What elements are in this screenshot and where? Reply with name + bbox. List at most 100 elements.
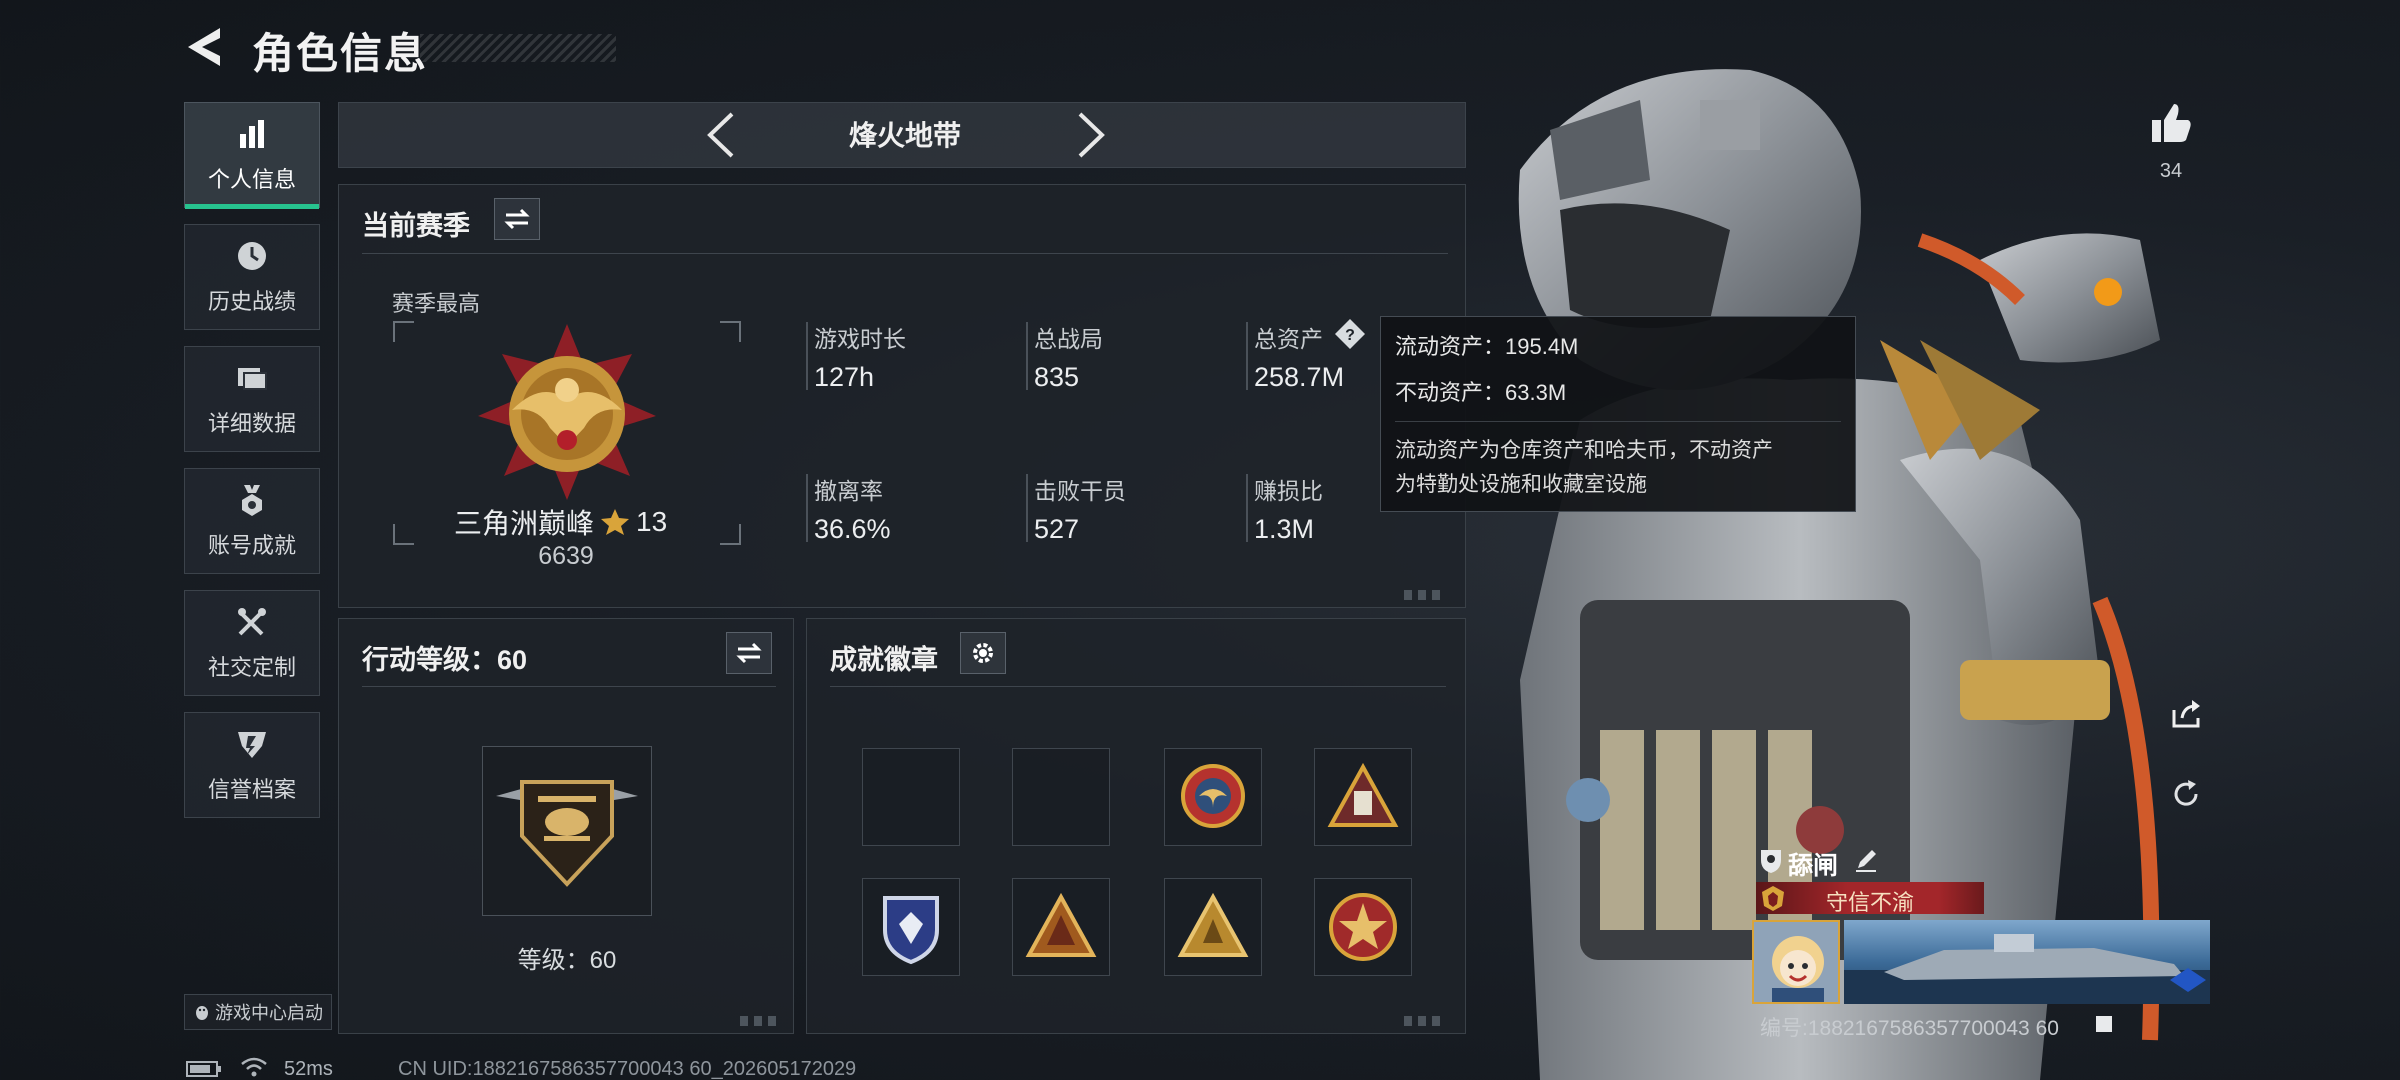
nav-item-achievements[interactable]: 账号成就	[184, 468, 320, 574]
ping-value: 52ms	[284, 1058, 333, 1080]
helicopter-badge-icon	[496, 780, 638, 887]
eagle-badge-icon	[1181, 764, 1245, 828]
badge-slot[interactable]	[862, 878, 960, 976]
badge-slot[interactable]	[1012, 878, 1110, 976]
badge-slot-empty[interactable]	[862, 748, 960, 846]
fixed-assets: 不动资产：63.3M	[1395, 380, 1567, 405]
stat-value: 258.7M	[1254, 362, 1345, 392]
stat-value: 835	[1034, 362, 1080, 392]
stat-bar	[1026, 474, 1028, 542]
stat-value: 127h	[814, 362, 875, 392]
nameplate-banner	[1844, 920, 2210, 1004]
divider	[362, 253, 1448, 254]
triangle-badge-icon	[1025, 892, 1097, 957]
avatar-image	[1754, 922, 1838, 1002]
stat-label: 赚损比	[1254, 478, 1323, 504]
gear-icon	[973, 643, 993, 663]
stat-value: 1.3M	[1254, 514, 1315, 544]
badge-slot-empty[interactable]	[1012, 748, 1110, 846]
like-count: 34	[2159, 160, 2183, 182]
rotate-icon[interactable]	[2168, 776, 2204, 812]
nav-label: 信誉档案	[207, 777, 296, 802]
rank-score: 6639	[538, 542, 594, 570]
nav-label: 历史战绩	[207, 289, 296, 314]
stat-bar	[806, 474, 808, 542]
star-badge-icon	[1329, 893, 1397, 961]
nav-item-social-custom[interactable]: 社交定制	[184, 590, 320, 696]
badge-slot[interactable]	[1164, 748, 1262, 846]
tooltip-divider	[1395, 421, 1841, 422]
nav-item-history[interactable]: 历史战绩	[184, 224, 320, 330]
stat-label: 击败干员	[1034, 478, 1126, 504]
stat-bar	[1246, 474, 1248, 542]
stat-bar	[1246, 322, 1248, 390]
triangle-badge-icon	[1327, 762, 1399, 827]
badge-slot[interactable]	[1314, 878, 1412, 976]
season-title: 当前赛季	[362, 211, 470, 241]
season-best-label: 赛季最高	[392, 291, 481, 316]
badge-settings-button[interactable]	[960, 632, 1006, 674]
stat-label: 总资产	[1254, 326, 1323, 352]
corner-decoration	[1404, 590, 1444, 600]
wifi-icon	[241, 1057, 267, 1077]
level-caption: 等级：60	[517, 947, 617, 974]
prev-mode-button[interactable]	[698, 108, 746, 162]
rank-name: 三角洲巅峰	[454, 508, 595, 539]
corner-decoration	[1404, 1016, 1444, 1026]
season-switch-button[interactable]	[494, 198, 540, 240]
player-id: 编号:1882167586357700043 60	[1760, 1017, 2059, 1040]
rank-name-row: 三角洲巅峰 13	[454, 502, 667, 542]
penguin-icon	[196, 1006, 208, 1020]
star-icon	[601, 509, 630, 535]
nav-label: 账号成就	[207, 533, 296, 558]
stat-bar	[806, 322, 808, 390]
stat-value: 527	[1034, 514, 1080, 544]
banner-image	[1844, 934, 2210, 1004]
shield-icon	[238, 732, 266, 758]
level-title: 行动等级：60	[362, 645, 528, 675]
avatar[interactable]	[1752, 920, 1840, 1004]
player-name: 舔闸	[1788, 852, 1839, 880]
help-icon[interactable]: ?	[1334, 318, 1366, 350]
badge-slot[interactable]	[1164, 878, 1262, 976]
asset-tooltip: 流动资产：195.4M 不动资产：63.3M 流动资产为仓库资产和哈夫币，不动资…	[1380, 316, 1856, 512]
edit-pencil-icon[interactable]	[1852, 846, 1880, 874]
bar-chart-icon	[240, 120, 264, 148]
nav-item-credit-profile[interactable]: 信誉档案	[184, 712, 320, 818]
game-center-button[interactable]: 游戏中心启动	[184, 994, 332, 1030]
swap-icon	[736, 642, 762, 664]
stat-value: 36.6%	[814, 514, 891, 544]
stat-label: 撤离率	[814, 478, 883, 504]
rank-emblem-icon	[478, 324, 656, 500]
stat-bar	[1026, 322, 1028, 390]
uid-line: CN UID:1882167586357700043 60_2026051720…	[398, 1058, 857, 1080]
nav-item-detailed-data[interactable]: 详细数据	[184, 346, 320, 452]
thumbs-up-icon[interactable]	[2148, 100, 2194, 146]
nav-label: 详细数据	[207, 411, 296, 436]
stat-label: 总战局	[1034, 326, 1103, 352]
back-arrow-icon[interactable]	[182, 22, 232, 72]
title-decoration	[420, 34, 616, 62]
badge-slot[interactable]	[1314, 748, 1412, 846]
shield-badge-icon	[1761, 850, 1781, 873]
copy-icon[interactable]	[2094, 1014, 2114, 1034]
triangle-badge-icon	[1177, 892, 1249, 957]
badge-title: 成就徽章	[830, 645, 938, 675]
tooltip-desc-line1: 流动资产为仓库资产和哈夫币，不动资产	[1395, 439, 1773, 462]
next-mode-button[interactable]	[1066, 108, 1114, 162]
corner-decoration	[740, 1016, 780, 1026]
liquid-assets: 流动资产：195.4M	[1395, 334, 1579, 359]
mode-title: 烽火地带	[848, 120, 961, 151]
share-icon[interactable]	[2168, 696, 2204, 732]
stat-label: 游戏时长	[814, 326, 906, 352]
level-switch-button[interactable]	[726, 632, 772, 674]
divider	[830, 686, 1446, 687]
nav-item-personal-info[interactable]: 个人信息	[184, 102, 320, 209]
nav-label: 社交定制	[207, 655, 296, 680]
divider	[362, 686, 776, 687]
tools-icon	[238, 608, 266, 636]
page-title: 角色信息	[252, 30, 429, 77]
tooltip-desc-line2: 为特勤处设施和收藏室设施	[1395, 473, 1647, 496]
shield-badge-icon	[883, 896, 939, 965]
player-title: 守信不渝	[1825, 890, 1914, 915]
